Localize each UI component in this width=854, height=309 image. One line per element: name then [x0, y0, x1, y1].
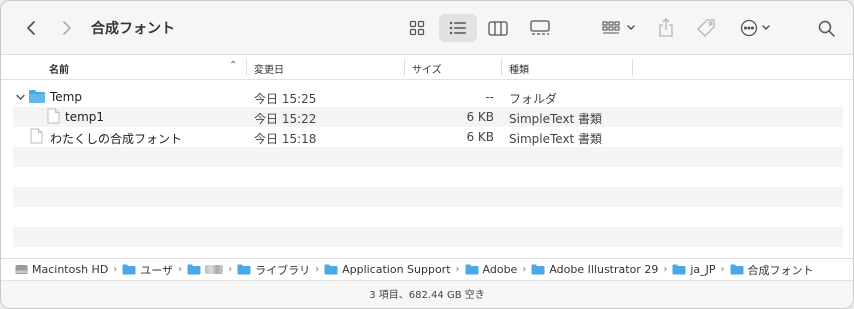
disclosure-expanded-icon[interactable]: [16, 91, 25, 105]
search-icon: [818, 20, 835, 37]
tag-button[interactable]: [693, 14, 719, 42]
path-item-users[interactable]: ユーザ: [122, 262, 173, 278]
path-item-label: Adobe: [482, 263, 518, 276]
path-item-label: Adobe Illustrator 29: [549, 263, 659, 276]
column-divider[interactable]: [632, 59, 633, 76]
path-item-macintosh-hd[interactable]: Macintosh HD: [15, 263, 108, 276]
chevron-right-icon: ›: [663, 264, 668, 275]
group-grid-icon: [602, 21, 620, 34]
path-item-adobe[interactable]: Adobe: [465, 263, 518, 276]
path-bar: Macintosh HD › ユーザ › › ライブラリ › Applicati…: [1, 258, 853, 280]
path-item-label: ja_JP: [690, 263, 716, 276]
path-item-composite-font[interactable]: 合成フォント: [730, 262, 814, 278]
toolbar: 合成フォント: [1, 1, 853, 55]
chevron-down-icon: [761, 25, 770, 31]
tag-icon: [697, 19, 715, 37]
path-item-ja-jp[interactable]: ja_JP: [672, 263, 716, 276]
more-actions-button[interactable]: [737, 14, 773, 42]
hard-drive-icon: [15, 264, 28, 275]
group-by-button[interactable]: [599, 14, 639, 42]
chevron-right-icon: ›: [522, 264, 527, 275]
chevron-right-icon: [63, 21, 71, 35]
file-kind: SimpleText 書類: [509, 112, 603, 126]
path-item-application-support[interactable]: Application Support: [324, 263, 451, 276]
column-divider[interactable]: [404, 59, 405, 76]
file-name: temp1: [65, 110, 105, 124]
document-icon: [30, 128, 43, 147]
file-date: 今日 15:25: [254, 92, 317, 106]
folder-icon: [531, 264, 545, 275]
chevron-left-icon: [27, 21, 35, 35]
chevron-down-icon: [627, 25, 635, 31]
list-icon: [449, 21, 466, 35]
chevron-right-icon: ›: [113, 264, 118, 275]
obscured-username: [205, 265, 224, 274]
empty-row: [13, 167, 843, 187]
file-kind: SimpleText 書類: [509, 132, 603, 146]
column-header: 名前 ⌃ 変更日 サイズ 種類: [1, 56, 853, 80]
path-item-library[interactable]: ライブラリ: [237, 262, 310, 278]
path-item-adobe-illustrator[interactable]: Adobe Illustrator 29: [531, 263, 658, 276]
list-item-temp-folder[interactable]: Temp 今日 15:25 -- フォルダ: [13, 87, 843, 107]
file-list: Temp 今日 15:25 -- フォルダ temp1 今日 15:22 6 K…: [13, 87, 843, 247]
list-item-watakushi-file[interactable]: わたくしの合成フォント 今日 15:18 6 KB SimpleText 書類: [13, 127, 843, 147]
path-item-label: Macintosh HD: [32, 263, 109, 276]
ellipsis-circle-icon: [740, 19, 757, 37]
view-as-icons-button[interactable]: [403, 14, 431, 42]
file-size: 6 KB: [466, 110, 494, 124]
path-item-label: ユーザ: [140, 263, 174, 277]
empty-row: [13, 207, 843, 227]
chevron-right-icon: ›: [315, 264, 320, 275]
empty-row: [13, 187, 843, 207]
share-icon: [659, 18, 673, 37]
folder-icon: [672, 264, 686, 275]
sort-ascending-icon: ⌃: [229, 60, 238, 71]
status-bar: 3 項目、682.44 GB 空き: [1, 280, 853, 308]
window-title: 合成フォント: [91, 21, 175, 37]
file-date: 今日 15:22: [254, 112, 317, 126]
column-size-header[interactable]: サイズ: [412, 61, 442, 76]
folder-icon: [730, 264, 744, 275]
finder-window: 合成フォント 名前 ⌃ 変更日 サイズ 種類 Temp 今日 15:25 -- …: [0, 0, 854, 309]
chevron-right-icon: ›: [720, 264, 725, 275]
document-icon: [47, 108, 60, 127]
grid-icon: [409, 20, 425, 36]
forward-button[interactable]: [53, 14, 81, 42]
column-divider[interactable]: [501, 59, 502, 76]
chevron-right-icon: ›: [455, 264, 460, 275]
view-as-gallery-button[interactable]: [525, 14, 555, 42]
share-button[interactable]: [653, 14, 679, 42]
path-item-label: ライブラリ: [255, 263, 311, 277]
file-name: Temp: [50, 90, 82, 104]
column-divider[interactable]: [246, 59, 247, 76]
path-item-user-home[interactable]: [187, 264, 224, 275]
view-as-columns-button[interactable]: [483, 14, 513, 42]
back-button[interactable]: [17, 14, 45, 42]
file-size: --: [485, 90, 494, 104]
empty-row: [13, 147, 843, 167]
folder-icon: [324, 264, 338, 275]
folder-icon: [122, 264, 136, 275]
search-button[interactable]: [813, 14, 839, 42]
file-date: 今日 15:18: [254, 132, 317, 146]
file-kind: フォルダ: [509, 92, 558, 106]
chevron-right-icon: ›: [178, 264, 183, 275]
column-name-header[interactable]: 名前: [49, 61, 69, 76]
folder-icon: [465, 264, 479, 275]
view-as-list-button[interactable]: [439, 14, 477, 42]
file-size: 6 KB: [466, 130, 494, 144]
path-item-label: Application Support: [342, 263, 451, 276]
list-item-temp1-file[interactable]: temp1 今日 15:22 6 KB SimpleText 書類: [13, 107, 843, 127]
folder-icon: [237, 264, 251, 275]
columns-icon: [488, 20, 508, 36]
file-name: わたくしの合成フォント: [50, 132, 183, 146]
path-item-label: 合成フォント: [747, 263, 814, 277]
folder-icon: [28, 89, 46, 107]
column-kind-header[interactable]: 種類: [509, 61, 529, 76]
empty-row: [13, 227, 843, 247]
column-date-header[interactable]: 変更日: [254, 61, 284, 76]
chevron-right-icon: ›: [228, 264, 233, 275]
gallery-icon: [530, 20, 550, 35]
folder-icon: [187, 264, 201, 275]
